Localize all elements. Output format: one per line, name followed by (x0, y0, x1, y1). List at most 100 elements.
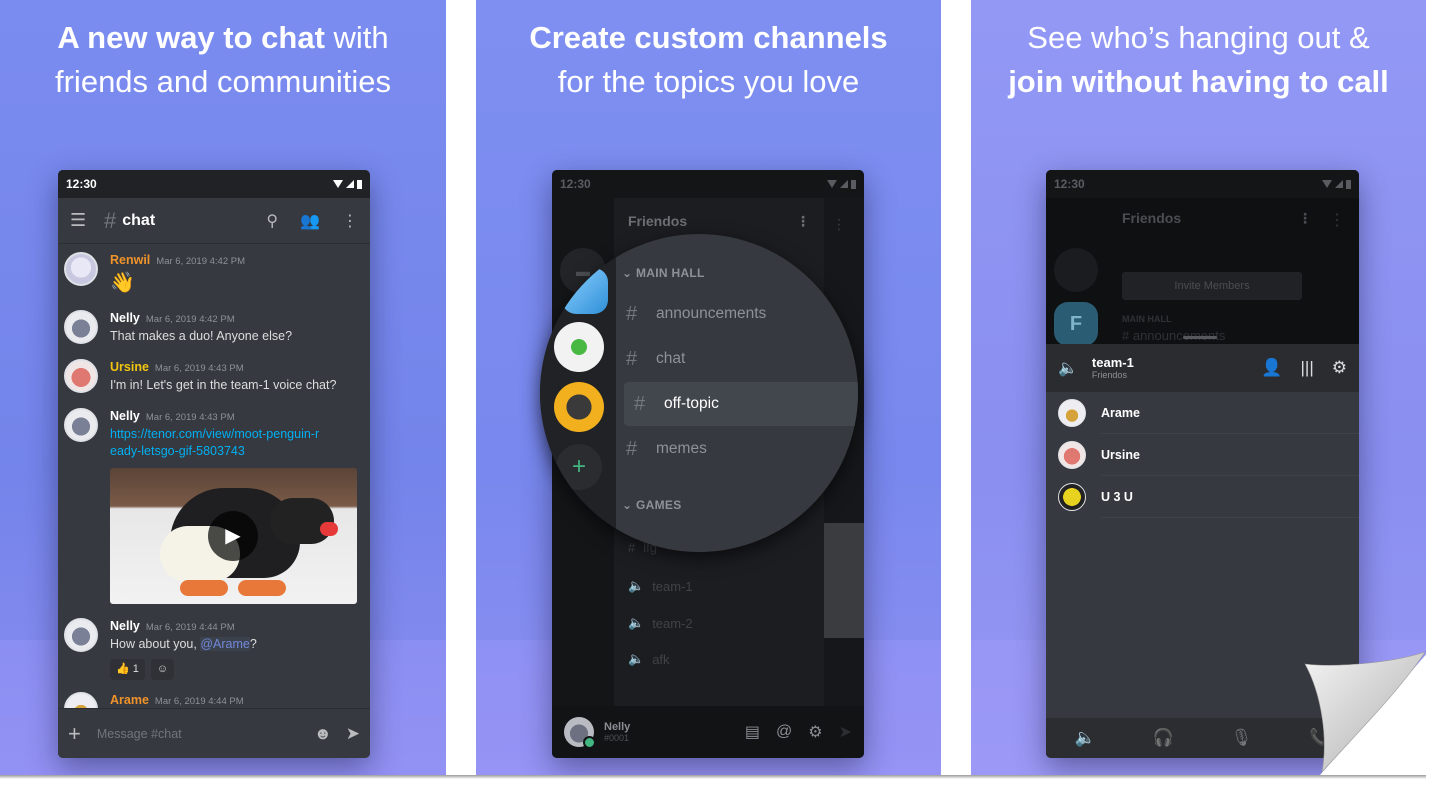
screenshot-panel-chat: A new way to chat with friends and commu… (0, 0, 446, 775)
send-icon[interactable]: ➤ (346, 724, 360, 744)
penguin-beak (320, 522, 338, 536)
add-reaction-icon: ☺ (156, 663, 169, 675)
avatar[interactable] (64, 252, 98, 286)
voice-channel-server: Friendos (1091, 370, 1127, 380)
avatar (1058, 399, 1086, 427)
members-icon[interactable]: 👥 (300, 211, 320, 231)
headline-bold: Create custom channels (529, 20, 888, 55)
voice-channel-item[interactable]: 🔈 afk (628, 651, 670, 667)
hamburger-menu-icon[interactable]: ☰ (70, 210, 104, 231)
mentions-icon[interactable]: @ (776, 723, 792, 741)
server-name[interactable]: Friendos (1122, 210, 1181, 227)
status-bar: 12:30 (552, 170, 864, 198)
settings-icon[interactable]: ⚙ (808, 722, 822, 742)
status-time: 12:30 (1054, 177, 1085, 191)
voice-channel-item[interactable]: 🔈 team-1 (628, 578, 693, 594)
dimmed-channel-list: F Friendos ⋮ ⋮ Invite Members MAIN HALL #… (1046, 198, 1359, 346)
hash-icon: # (634, 392, 646, 415)
reaction-thumbs-up[interactable]: 👍 1 (110, 659, 145, 680)
play-icon[interactable]: ▶ (208, 511, 258, 561)
channel-name: team-2 (652, 615, 693, 631)
status-time: 12:30 (560, 177, 591, 191)
server-icon-game[interactable] (554, 382, 604, 432)
message-list: Renwil Mar 6, 2019 4:42 PM 👋 Nelly Mar 6, … (58, 244, 370, 726)
message: Nelly Mar 6, 2019 4:44 PM How about you, … (64, 618, 364, 680)
user-mention[interactable]: @Arame (200, 637, 250, 651)
message-author[interactable]: Ursine (110, 359, 149, 376)
page-shadow (0, 775, 1426, 779)
voice-channel-header: 🔈 team-1 Friendos 👤 ||| ⚙ (1046, 344, 1359, 392)
server-menu-icon[interactable]: ⋮ (796, 213, 810, 230)
wifi-icon (1322, 180, 1332, 188)
chat-preview-image (824, 523, 864, 638)
soundboard-icon[interactable]: ||| (1301, 358, 1314, 378)
server-menu-icon[interactable]: ⋮ (1298, 210, 1312, 227)
channel-name: chat (656, 350, 686, 367)
hash-icon: # (104, 207, 117, 233)
server-icon-friendos[interactable]: F (1054, 302, 1098, 346)
avatar[interactable] (64, 618, 98, 652)
wave-emoji: 👋 (110, 272, 135, 294)
sheet-drag-handle[interactable] (1183, 336, 1217, 339)
channel-item[interactable]: # announcements (626, 292, 858, 336)
voice-member[interactable]: Arame (1046, 392, 1359, 434)
user-avatar[interactable] (564, 717, 596, 749)
user-tag: #0001 (604, 733, 630, 743)
status-bar: 12:30 (1046, 170, 1359, 198)
message: Nelly Mar 6, 2019 4:42 PM That makes a du… (64, 310, 364, 345)
battery-icon (357, 179, 362, 189)
more-options-icon[interactable]: ⋮ (342, 211, 358, 231)
voice-member[interactable]: U 3 U (1046, 476, 1359, 518)
category-name: MAIN HALL (1122, 314, 1172, 324)
category-header[interactable]: ⌄ GAMES (622, 498, 682, 512)
penguin-foot (238, 580, 286, 596)
reaction-row: 👍 1 ☺ (110, 659, 257, 680)
message-author[interactable]: Arame (110, 692, 149, 709)
message-author[interactable]: Nelly (110, 408, 140, 425)
message-author[interactable]: Renwil (110, 252, 150, 269)
more-options-icon[interactable]: ⋮ (1329, 210, 1345, 230)
search-icon[interactable]: ⚲ (266, 211, 278, 231)
channel-name: off-topic (664, 395, 719, 412)
avatar[interactable] (64, 359, 98, 393)
voice-channel-item[interactable]: 🔈 team-2 (628, 615, 693, 631)
speaker-icon: 🔈 (1058, 360, 1078, 377)
server-name[interactable]: Friendos (628, 213, 687, 229)
message-author[interactable]: Nelly (110, 618, 140, 635)
invite-user-icon[interactable]: 👤 (1261, 358, 1282, 378)
direct-messages-icon[interactable] (1054, 248, 1098, 292)
channel-name: memes (656, 440, 707, 457)
signal-icon (840, 180, 848, 188)
server-icon-sims[interactable] (554, 322, 604, 372)
message-input[interactable]: Message #chat (97, 727, 300, 741)
avatar[interactable] (64, 408, 98, 442)
message-text: How about you, @Arame? (110, 636, 257, 653)
headphones-icon[interactable]: 🎧 (1153, 728, 1174, 748)
add-reaction-button[interactable]: ☺ (150, 659, 175, 680)
channel-item[interactable]: # memes (626, 427, 858, 471)
settings-icon[interactable]: ⚙ (1332, 358, 1347, 378)
more-options-icon[interactable]: ⋮ (832, 216, 846, 233)
channel-item-active[interactable]: # off-topic (624, 382, 858, 426)
panel-headline: See who’s hanging out & join without hav… (971, 16, 1426, 104)
server-icon-friendos[interactable] (562, 268, 608, 314)
channel-item[interactable]: # chat (626, 337, 858, 381)
message-author[interactable]: Nelly (110, 310, 140, 327)
search-channels-icon[interactable]: ▤ (745, 722, 760, 742)
voice-member[interactable]: Ursine (1046, 434, 1359, 476)
gif-embed[interactable]: ▶ (110, 468, 357, 604)
speaker-toggle-icon[interactable]: 🔈 (1074, 728, 1095, 748)
speaker-icon: 🔈 (628, 615, 645, 630)
add-attachment-icon[interactable]: + (68, 721, 81, 747)
add-server-icon[interactable]: + (556, 444, 602, 490)
message-text: I'm in! Let's get in the team-1 voice ch… (110, 378, 337, 392)
category-header[interactable]: ⌄ MAIN HALL (622, 266, 705, 280)
emoji-picker-icon[interactable]: ☻ (314, 724, 332, 744)
speaker-icon: 🔈 (628, 578, 645, 593)
tenor-link[interactable]: https://tenor.com/view/moot-penguin-read… (110, 426, 325, 460)
microphone-icon[interactable]: 🎙 (1231, 728, 1253, 748)
hash-icon: # (626, 302, 638, 325)
avatar[interactable] (64, 310, 98, 344)
headline-bold: A new way to chat (57, 20, 325, 55)
invite-members-button[interactable]: Invite Members (1122, 272, 1302, 300)
